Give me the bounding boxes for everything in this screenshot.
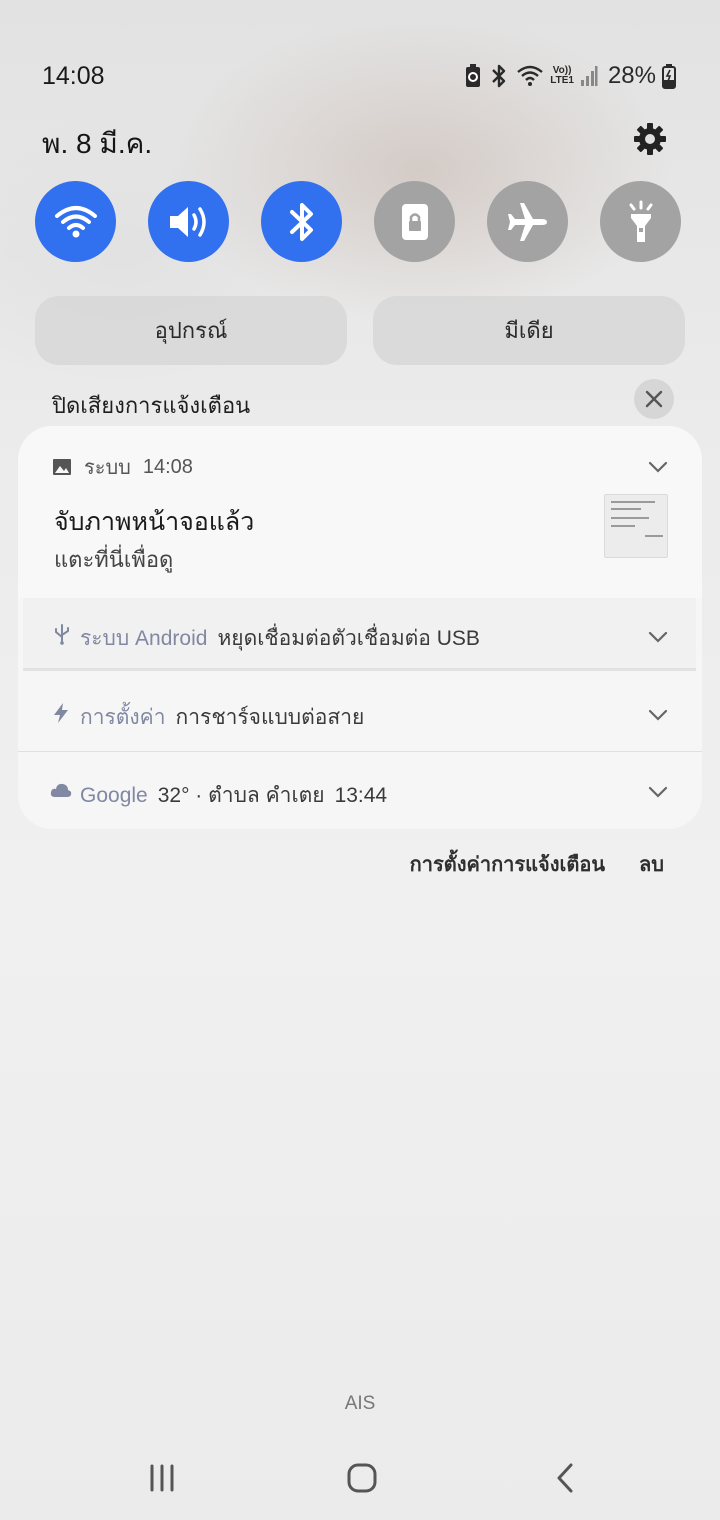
screenshot-thumbnail[interactable]: [604, 494, 668, 558]
usb-notification[interactable]: ระบบ Android หยุดเชื่อมต่อตัวเชื่อมต่อ U…: [23, 598, 696, 671]
bluetooth-icon: [488, 63, 510, 89]
settings-gear-icon[interactable]: [632, 121, 668, 157]
notification-actions: การตั้งค่าการแจ้งเตือน ลบ: [410, 848, 664, 880]
notification-message: หยุดเชื่อมต่อตัวเชื่อมต่อ USB: [217, 627, 480, 650]
speaker-icon: [169, 206, 206, 237]
media-button[interactable]: มีเดีย: [373, 296, 685, 365]
notification-app-name: การตั้งค่า: [80, 706, 166, 729]
battery-charging-icon: [662, 63, 676, 89]
flashlight-toggle[interactable]: [600, 181, 681, 262]
close-icon: [645, 390, 663, 408]
flashlight-icon: [629, 200, 652, 242]
expand-chevron-icon[interactable]: [647, 708, 669, 722]
expand-chevron-icon[interactable]: [647, 785, 669, 799]
notification-header: ระบบ 14:08: [52, 451, 193, 483]
notification-subtitle: แตะที่นี่เพื่อดู: [54, 547, 174, 572]
notification-app-name: ระบบ: [84, 457, 131, 479]
notification-message: 32° · ตำบล คำเตย: [157, 784, 325, 807]
mute-notifications-label: ปิดเสียงการแจ้งเตือน: [52, 393, 251, 418]
screen-lock-toggle[interactable]: [374, 181, 455, 262]
notification-title: จับภาพหน้าจอแล้ว: [54, 508, 255, 536]
airplane-toggle[interactable]: [487, 181, 568, 262]
airplane-icon: [507, 202, 547, 241]
notification-list: ระบบ 14:08 จับภาพหน้าจอแล้ว แตะที่นี่เพื…: [18, 426, 702, 829]
wifi-icon: [516, 64, 544, 88]
notification-time: 13:44: [334, 784, 388, 807]
lightning-icon: [54, 703, 68, 723]
weather-notification[interactable]: Google 32° · ตำบล คำเตย 13:44: [18, 753, 702, 829]
recents-button[interactable]: [137, 1458, 187, 1498]
back-icon: [557, 1463, 573, 1493]
home-icon: [347, 1463, 377, 1493]
expand-chevron-icon[interactable]: [647, 460, 669, 474]
recents-icon: [150, 1464, 174, 1492]
wifi-toggle[interactable]: [35, 181, 116, 262]
charging-notification[interactable]: การตั้งค่า การชาร์จแบบต่อสาย: [18, 674, 702, 752]
clock: 14:08: [42, 62, 105, 90]
notification-settings-button[interactable]: การตั้งค่าการแจ้งเตือน: [410, 848, 605, 880]
devices-button[interactable]: อุปกรณ์: [35, 296, 347, 365]
panel-buttons: อุปกรณ์ มีเดีย: [35, 296, 685, 365]
lock-screen-icon: [401, 203, 428, 240]
carrier-label: AIS: [344, 1393, 376, 1414]
wifi-icon: [54, 205, 97, 237]
quick-settings-toggles: [35, 181, 685, 263]
notification-time: 14:08: [142, 455, 193, 478]
notification-message: การชาร์จแบบต่อสาย: [175, 706, 365, 729]
image-icon: [53, 459, 71, 475]
bluetooth-icon: [289, 202, 313, 241]
signal-icon: [580, 65, 598, 87]
cloud-icon: [50, 783, 72, 797]
mute-close-button[interactable]: [634, 379, 674, 419]
back-button[interactable]: [540, 1458, 590, 1498]
battery-percentage: 28%: [607, 62, 656, 89]
bluetooth-toggle[interactable]: [261, 181, 342, 262]
notification-app-name: ระบบ Android: [80, 627, 208, 650]
date-label: พ. 8 มี.ค.: [42, 128, 153, 159]
clear-all-button[interactable]: ลบ: [639, 848, 664, 880]
screenshot-notification[interactable]: ระบบ 14:08 จับภาพหน้าจอแล้ว แตะที่นี่เพื…: [18, 426, 702, 598]
expand-chevron-icon[interactable]: [647, 630, 669, 644]
volte-lte-icon: Vo)) LTE1: [550, 65, 574, 86]
status-icons: Vo)) LTE1 28%: [464, 60, 676, 92]
sound-toggle[interactable]: [148, 181, 229, 262]
home-button[interactable]: [337, 1458, 387, 1498]
navigation-bar: [0, 1440, 720, 1520]
notification-app-name: Google: [80, 784, 148, 807]
usb-icon: [55, 624, 69, 645]
battery-saver-icon: [464, 63, 482, 89]
